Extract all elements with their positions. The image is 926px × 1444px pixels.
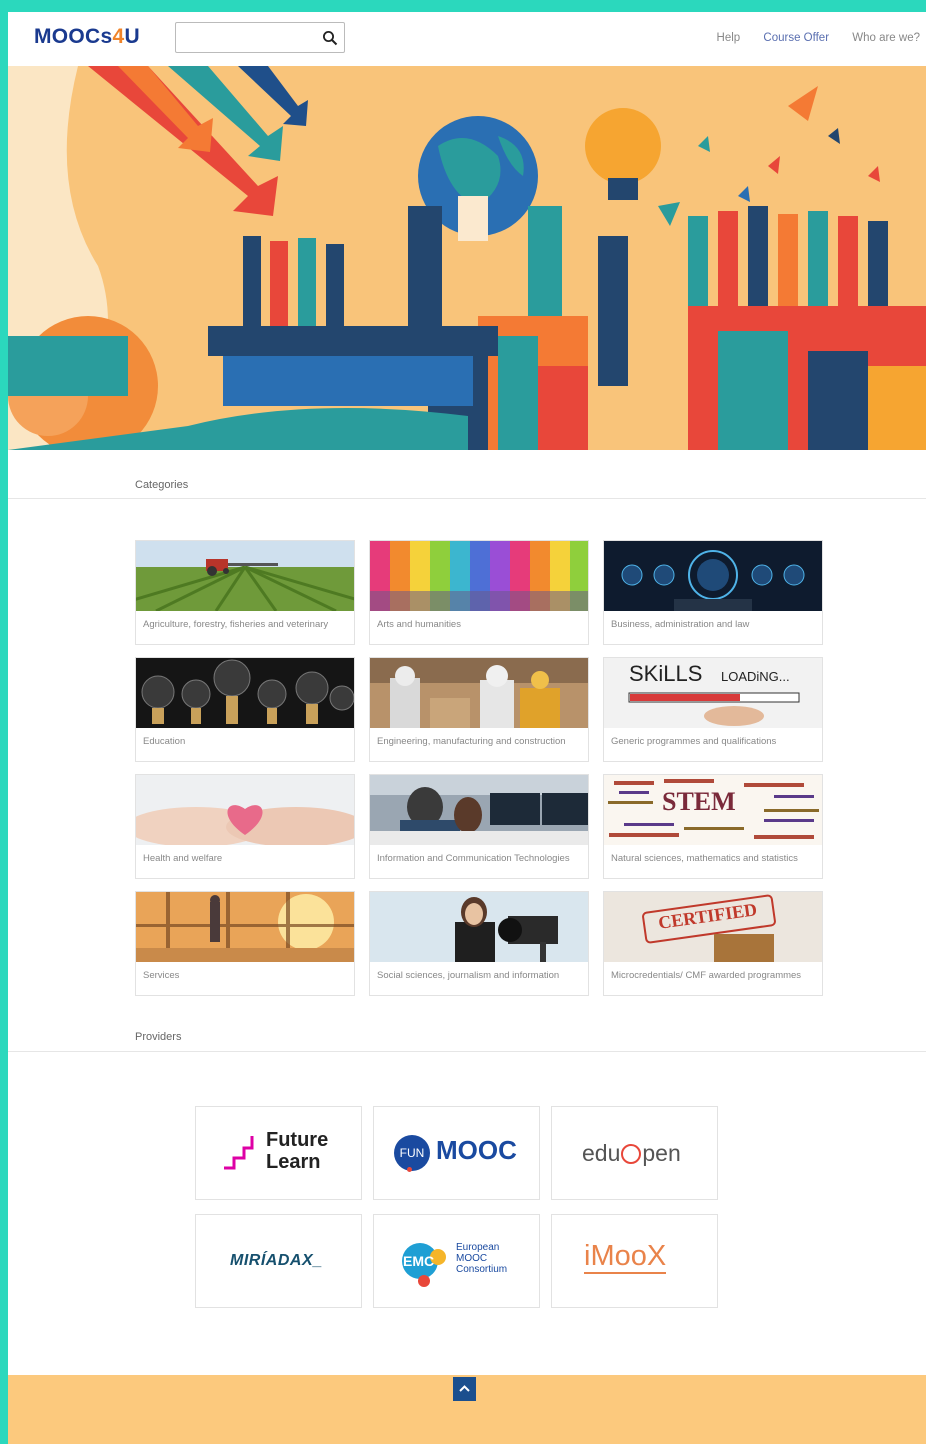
category-card-social[interactable]: Social sciences, journalism and informat… <box>369 891 589 996</box>
category-card-services[interactable]: Services <box>135 891 355 996</box>
nav-help[interactable]: Help <box>717 32 741 44</box>
heart-hands-photo <box>136 775 354 845</box>
fun-badge-icon: FUN <box>394 1135 430 1171</box>
page: MOOCs4U Help Course Offer Who are we? Ca… <box>8 12 926 1444</box>
eduopen-text1: edu <box>582 1140 621 1166</box>
category-label: Information and Communication Technologi… <box>377 853 570 864</box>
category-card-generic[interactable]: SKiLLS LOADiNG... Generic programmes and… <box>603 657 823 762</box>
category-label: Education <box>143 736 186 747</box>
providers-title: Providers <box>135 1031 182 1043</box>
category-label: Services <box>143 970 180 981</box>
emc-line2: MOOC <box>456 1253 488 1264</box>
provider-funmooc[interactable]: FUN MOOC <box>373 1106 540 1200</box>
category-label: Agriculture, forestry, fisheries and vet… <box>143 619 329 630</box>
categories-divider <box>8 498 926 499</box>
category-label: Microcredentials/ CMF awarded programmes <box>611 970 802 981</box>
funmooc-text: MOOC <box>436 1135 517 1165</box>
eduopen-text2: pen <box>642 1140 681 1166</box>
chevron-up-icon <box>459 1385 470 1392</box>
category-label: Health and welfare <box>143 853 223 864</box>
loading-text: LOADiNG... <box>721 669 790 684</box>
eduopen-o-icon <box>621 1144 642 1164</box>
certified-stamp-photo: CERTIFIED <box>604 892 822 962</box>
category-label: Arts and humanities <box>377 619 461 630</box>
providers-divider <box>8 1051 926 1052</box>
futurelearn-line2: Learn <box>266 1151 321 1173</box>
category-label: Business, administration and law <box>611 619 750 630</box>
tractor-field-photo <box>136 541 354 611</box>
imoox-text: iMooX <box>584 1240 667 1274</box>
category-label: Generic programmes and qualifications <box>611 736 777 747</box>
justice-scale-photo <box>604 541 822 611</box>
nav-course-offer[interactable]: Course Offer <box>763 32 829 44</box>
colored-pencils-photo <box>370 541 588 611</box>
miriadax-text: MIRÍADAX_ <box>230 1252 323 1269</box>
emc-line3: Consortium <box>456 1264 508 1275</box>
futurelearn-steps-icon <box>224 1136 254 1170</box>
airport-traveler-photo <box>136 892 354 962</box>
category-card-business[interactable]: Business, administration and law <box>603 540 823 645</box>
emc-badge-text: EMC <box>403 1253 435 1269</box>
provider-futurelearn[interactable]: Future Learn <box>195 1106 362 1200</box>
provider-emc[interactable]: EMC European MOOC Consortium <box>373 1214 540 1308</box>
provider-imoox[interactable]: iMooX <box>551 1214 718 1308</box>
emc-line1: European <box>456 1242 500 1253</box>
hero-illustration <box>8 66 926 450</box>
robot-worker-photo <box>370 658 588 728</box>
provider-miriadax[interactable]: MIRÍADAX_ <box>195 1214 362 1308</box>
provider-eduopen[interactable]: edu pen <box>551 1106 718 1200</box>
stem-wordcloud-photo: STEM <box>604 775 822 845</box>
skills-text: SKiLLS <box>629 661 703 686</box>
category-card-agriculture[interactable]: Agriculture, forestry, fisheries and vet… <box>135 540 355 645</box>
lightbulbs-photo <box>136 658 354 728</box>
futurelearn-line1: Future <box>266 1129 329 1151</box>
category-card-sciences[interactable]: STEM Natural sciences, mathematics and s… <box>603 774 823 879</box>
back-to-top-button[interactable] <box>453 1377 476 1401</box>
search-input[interactable] <box>180 27 324 50</box>
category-card-microcredentials[interactable]: CERTIFIED Microcredentials/ CMF awarded … <box>603 891 823 996</box>
skills-loading-photo: SKiLLS LOADiNG... <box>604 658 822 728</box>
category-card-health[interactable]: Health and welfare <box>135 774 355 879</box>
search-box <box>175 22 345 53</box>
category-card-arts[interactable]: Arts and humanities <box>369 540 589 645</box>
stem-text: STEM <box>662 787 736 816</box>
computer-office-photo <box>370 775 588 845</box>
categories-title: Categories <box>135 479 189 491</box>
nav-who-are-we[interactable]: Who are we? <box>852 32 920 44</box>
journalist-camera-photo <box>370 892 588 962</box>
category-card-engineering[interactable]: Engineering, manufacturing and construct… <box>369 657 589 762</box>
main-nav: Help Course Offer Who are we? <box>697 32 920 44</box>
category-label: Engineering, manufacturing and construct… <box>377 736 566 747</box>
category-card-education[interactable]: Education <box>135 657 355 762</box>
header: MOOCs4U Help Course Offer Who are we? <box>8 12 926 66</box>
fun-dot-icon <box>407 1167 412 1172</box>
site-logo[interactable]: MOOCs4U <box>34 25 140 49</box>
search-icon[interactable] <box>322 30 338 46</box>
category-label: Natural sciences, mathematics and statis… <box>611 853 798 864</box>
category-card-ict[interactable]: Information and Communication Technologi… <box>369 774 589 879</box>
category-label: Social sciences, journalism and informat… <box>377 970 560 981</box>
